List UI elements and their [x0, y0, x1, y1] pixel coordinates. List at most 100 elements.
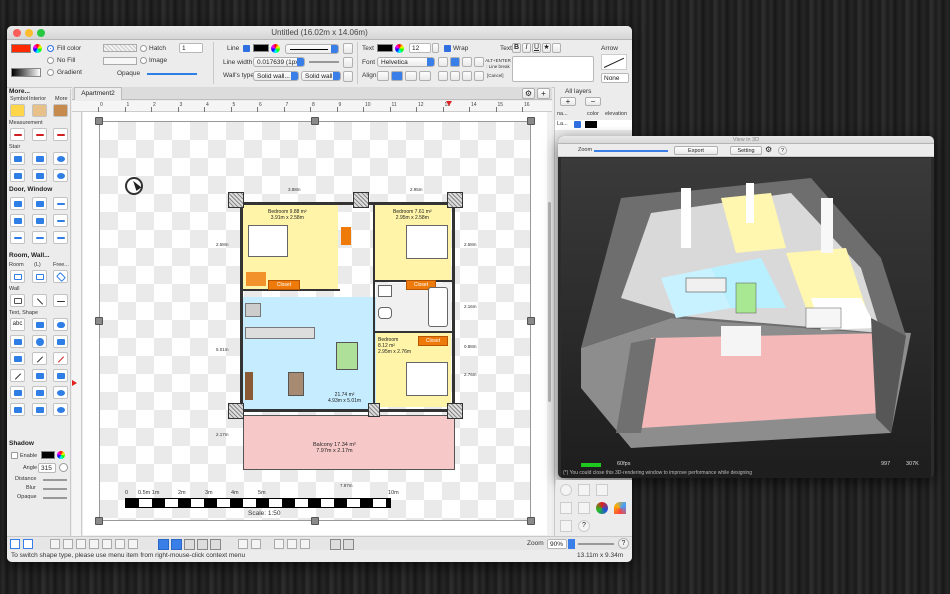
hatch-swatch[interactable] [103, 44, 137, 52]
layer-row[interactable]: La... [555, 120, 632, 130]
bed-2[interactable] [406, 225, 448, 259]
arrow-fill-icon[interactable] [53, 369, 68, 382]
layer-color-swatch[interactable] [585, 121, 597, 128]
underline-button[interactable]: U [532, 43, 541, 53]
layer-tool-merge-icon[interactable] [596, 484, 608, 496]
stair-l-icon[interactable] [32, 152, 47, 165]
view-3d-gear-icon[interactable]: ⚙ [765, 145, 772, 155]
door-frame-orange[interactable] [341, 227, 351, 245]
door-folding-icon[interactable] [32, 214, 47, 227]
layer-tool-color-icon[interactable] [596, 502, 608, 514]
layer-tool-lock-icon[interactable] [578, 484, 590, 496]
door-sliding-icon[interactable] [10, 214, 25, 227]
canvas[interactable]: Closet Closet Closet Bedroom 9.88 m² 3.91… [83, 112, 547, 535]
pause-button[interactable] [343, 57, 353, 68]
wall-straight-icon[interactable] [10, 294, 25, 307]
layer-tool-settings-icon[interactable] [560, 520, 572, 532]
zoom-window-button[interactable] [37, 29, 45, 37]
cloud-icon[interactable] [53, 403, 68, 416]
arrow-select[interactable]: None [601, 73, 629, 83]
measure-line-icon[interactable] [10, 128, 25, 141]
bathtub[interactable] [428, 287, 448, 327]
hatch-radio[interactable] [140, 45, 147, 52]
tab-symbol[interactable]: Symbol [10, 96, 28, 102]
wall-type-select-2[interactable]: Solid wall... [301, 71, 341, 81]
symbol-box-icon[interactable] [53, 104, 68, 117]
add-tab-button[interactable]: + [537, 88, 550, 99]
add-layer-button[interactable]: + [560, 97, 576, 106]
export-button[interactable]: Export [674, 146, 718, 155]
symbol-smiley-icon[interactable] [10, 104, 25, 117]
closet-1[interactable]: Closet [268, 280, 300, 290]
more-section-header[interactable]: More... [9, 88, 30, 95]
speech-bubble-icon[interactable] [53, 386, 68, 399]
text-input[interactable] [512, 56, 594, 82]
flip-icon[interactable] [300, 539, 310, 549]
angle-field[interactable]: 315 [38, 463, 56, 473]
close-window-button[interactable] [13, 29, 21, 37]
setting-button[interactable]: Setting [730, 146, 762, 155]
resize-handle-tr[interactable] [527, 117, 535, 125]
gradient-swatch[interactable] [11, 68, 41, 77]
measure-area-icon[interactable] [53, 128, 68, 141]
room-l-icon[interactable] [32, 270, 47, 283]
measure-angle-icon[interactable] [32, 128, 47, 141]
arrow-tool-icon[interactable] [53, 352, 68, 365]
bed-3[interactable] [406, 362, 448, 396]
room-free-icon[interactable] [53, 270, 68, 283]
resize-handle-br[interactable] [527, 517, 535, 525]
text-valign-bottom-button[interactable] [462, 57, 472, 67]
sofa[interactable] [288, 372, 304, 396]
align-justify-button[interactable] [419, 71, 431, 81]
symbol-sofa-icon[interactable] [32, 104, 47, 117]
polygon-icon[interactable] [53, 335, 68, 348]
line-style-select[interactable] [285, 44, 339, 54]
line-checkbox[interactable] [243, 45, 250, 52]
arrange-7-icon[interactable] [128, 539, 138, 549]
opaque-slider[interactable] [147, 73, 197, 75]
hatch-value[interactable]: 1 [179, 43, 203, 53]
layer-tool-eye-icon[interactable] [560, 484, 572, 496]
font-select[interactable]: Helvetica [377, 57, 435, 67]
closet-3[interactable]: Closet [418, 336, 448, 346]
magnet-toggle-icon[interactable] [184, 539, 195, 550]
panel-left-toggle-icon[interactable] [10, 539, 20, 549]
line-tool-icon[interactable] [32, 352, 47, 365]
window-double-icon[interactable] [53, 214, 68, 227]
snap-toggle-icon[interactable] [171, 539, 182, 550]
line-diag-icon[interactable] [10, 369, 25, 382]
star-button[interactable]: ★ [542, 43, 551, 53]
vertical-scrollbar[interactable] [547, 112, 552, 535]
blur-slider[interactable] [43, 488, 67, 490]
floor-plan[interactable]: Closet Closet Closet Bedroom 9.88 m² 3.91… [216, 187, 477, 488]
shadow-color-wheel-icon[interactable] [57, 451, 65, 459]
align-baseline-button[interactable] [474, 71, 484, 81]
line-color-wheel-icon[interactable] [271, 44, 280, 53]
shadow-header[interactable]: Shadow [9, 440, 34, 447]
remove-layer-button[interactable]: − [585, 97, 601, 106]
vruler-marker[interactable] [72, 380, 77, 386]
bed-1[interactable] [248, 225, 288, 257]
shadow-enable-checkbox[interactable] [11, 452, 18, 459]
image-swatch[interactable] [103, 57, 137, 65]
image-radio[interactable] [140, 57, 147, 64]
layers-title[interactable]: All layers [565, 88, 591, 95]
zoom-field[interactable]: 90% [547, 539, 567, 549]
room-rect-icon[interactable] [10, 270, 25, 283]
arrange-3-icon[interactable] [76, 539, 86, 549]
zoom-fit-icon[interactable] [330, 539, 341, 550]
ruler-marker[interactable] [446, 101, 452, 106]
view-3d-help-button[interactable]: ? [778, 146, 787, 155]
text-tool[interactable]: abc [10, 318, 25, 331]
wrap-checkbox[interactable] [444, 45, 451, 52]
bold-button[interactable]: B [512, 43, 521, 53]
font-size-field[interactable]: 12 [409, 43, 431, 53]
send-back-icon[interactable] [287, 539, 297, 549]
bring-front-icon[interactable] [274, 539, 284, 549]
window-bay-icon[interactable] [10, 231, 25, 244]
shadow-opaque-slider[interactable] [43, 497, 67, 499]
stair-spiral-icon[interactable] [53, 152, 68, 165]
resize-handle-tm[interactable] [311, 117, 319, 125]
window-casement-icon[interactable] [32, 231, 47, 244]
wall-diagonal-icon[interactable] [32, 294, 47, 307]
